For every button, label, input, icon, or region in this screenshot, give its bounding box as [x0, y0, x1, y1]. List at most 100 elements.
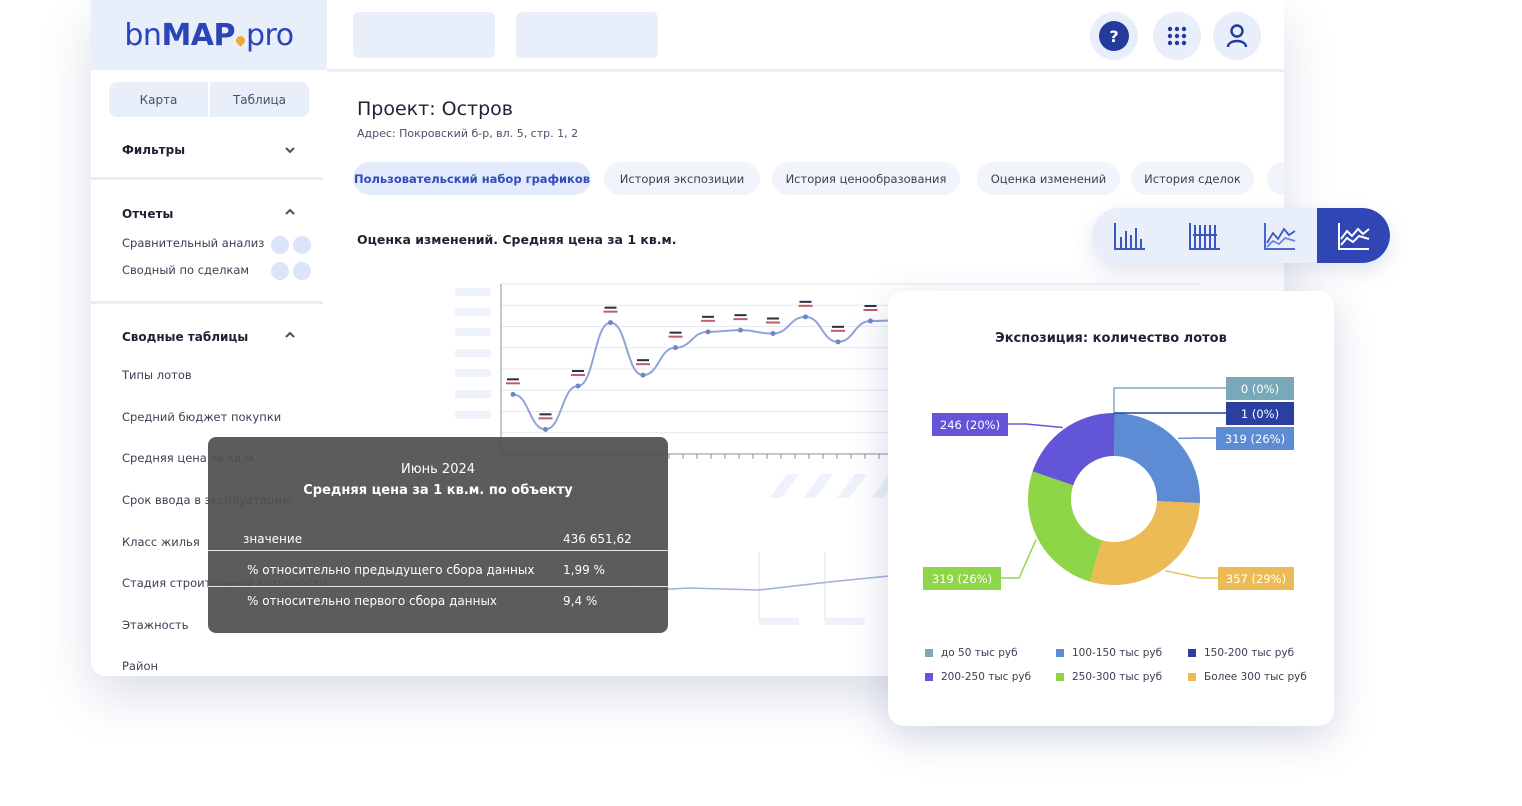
series-point[interactable]	[868, 318, 873, 324]
data-label: 319 (26%)	[932, 572, 992, 586]
pivot-item[interactable]: Средний бюджет покупки	[122, 410, 281, 424]
pivot-tables-header[interactable]: Сводные таблицы	[122, 330, 248, 344]
apps-button[interactable]	[1153, 12, 1201, 60]
tooltip-month: Июнь 2024	[400, 462, 476, 477]
tab-pricing-history[interactable]: История ценообразования	[772, 162, 960, 195]
logo[interactable]: bnMAP pro	[91, 0, 327, 70]
donut-slice[interactable]	[1114, 413, 1200, 504]
table-view-tab[interactable]: Таблица	[208, 82, 309, 117]
tooltip-row: % относительно предыдущего сбора данных …	[208, 555, 668, 585]
point-label-stub	[572, 370, 584, 372]
series-point[interactable]	[835, 339, 841, 345]
tooltip-row-value: 9,4 %	[563, 594, 598, 608]
tooltip-row-value: 1,99 %	[563, 563, 605, 577]
area-chart-icon	[1337, 222, 1370, 250]
donut-slice[interactable]	[1032, 413, 1114, 486]
pivot-item[interactable]: Типы лотов	[122, 368, 192, 382]
reports-header[interactable]: Отчеты	[122, 207, 173, 221]
pivot-item[interactable]: Район	[122, 659, 158, 673]
legend-item[interactable]: до 50 тыс руб	[925, 647, 1018, 659]
tab-change-assessment[interactable]: Оценка изменений	[977, 162, 1120, 195]
series-point[interactable]	[608, 320, 613, 326]
axis-label-placeholder	[759, 618, 799, 625]
bar-chart-type-button[interactable]	[1092, 208, 1167, 263]
axis-label-placeholder	[825, 618, 865, 625]
tooltip-row-label: значение	[243, 532, 303, 546]
donut-slice[interactable]	[1028, 471, 1102, 582]
report-action-icon[interactable]	[271, 262, 289, 280]
series-point[interactable]	[770, 331, 776, 336]
pivot-item[interactable]: Класс жилья	[122, 535, 200, 549]
tab-deals-history[interactable]: История сделок	[1131, 162, 1254, 195]
tab-more[interactable]	[1267, 162, 1284, 195]
axis-label-placeholder	[455, 288, 491, 296]
series-point[interactable]	[738, 327, 743, 333]
legend-item[interactable]: 100-150 тыс руб	[1056, 647, 1162, 659]
legend-swatch	[925, 673, 933, 681]
logo-text-part3: pro	[246, 17, 294, 53]
legend-item[interactable]: 150-200 тыс руб	[1188, 647, 1294, 659]
point-label-stub	[831, 329, 845, 332]
tab-exposition-history[interactable]: История экспозиции	[604, 162, 760, 195]
legend-label: 100-150 тыс руб	[1072, 647, 1163, 659]
series-point[interactable]	[673, 345, 678, 351]
report-item[interactable]: Сводный по сделкам	[122, 263, 249, 277]
report-action-icon[interactable]	[293, 262, 311, 280]
point-label-stub	[701, 319, 715, 322]
report-action-icon[interactable]	[293, 236, 311, 254]
series-point[interactable]	[803, 314, 808, 320]
area-chart-type-button[interactable]	[1317, 208, 1390, 263]
report-item[interactable]: Сравнительный анализ	[122, 236, 264, 250]
tooltip-divider	[208, 550, 668, 551]
axis-label-placeholder	[455, 390, 491, 398]
series-point[interactable]	[705, 329, 711, 335]
callout-line	[1001, 539, 1037, 579]
tooltip-row-value: 436 651,62	[563, 532, 632, 546]
chevron-up-icon[interactable]	[285, 330, 295, 340]
chevron-up-icon[interactable]	[285, 207, 295, 217]
axis-label-placeholder	[455, 328, 491, 336]
point-label-stub	[668, 335, 683, 338]
point-label-stub	[733, 318, 748, 321]
legend-item[interactable]: Более 300 тыс руб	[1188, 671, 1307, 683]
donut-chart: 0 (0%) 1 (0%) 319 (26%) 246 (20%) 319 (26%) 3…	[923, 377, 1294, 590]
series-point[interactable]	[543, 426, 548, 432]
callout-line	[1008, 423, 1063, 429]
chevron-down-icon[interactable]	[285, 145, 295, 155]
point-label-stub	[603, 310, 618, 313]
profile-button[interactable]	[1213, 12, 1261, 60]
map-view-tab[interactable]: Карта	[109, 82, 208, 117]
user-icon	[1226, 24, 1248, 48]
report-actions	[271, 262, 311, 280]
chart-title: Оценка изменений. Средняя цена за 1 кв.м…	[357, 232, 677, 247]
point-label-stub	[506, 382, 520, 385]
tooltip-title: Средняя цена за 1 кв.м. по объекту	[303, 483, 573, 498]
axis-label-placeholder	[455, 369, 491, 377]
hatch-mark	[837, 474, 867, 498]
bar-chart-icon	[1113, 222, 1145, 250]
point-label-stub	[538, 417, 553, 420]
data-label: 357 (29%)	[1226, 572, 1286, 586]
donut-slice[interactable]	[1089, 501, 1200, 585]
point-label-stub	[864, 305, 877, 307]
tooltip-row: % относительно первого сбора данных 9,4 …	[208, 586, 668, 616]
legend-item[interactable]: 200-250 тыс руб	[925, 671, 1031, 683]
tab-custom-charts[interactable]: Пользовательский набор графиков	[353, 162, 591, 195]
legend-swatch	[1056, 649, 1064, 657]
legend-swatch	[1188, 673, 1196, 681]
pivot-item[interactable]: Этажность	[122, 618, 189, 632]
series-point[interactable]	[640, 372, 646, 378]
series-point[interactable]	[575, 383, 581, 389]
report-action-icon[interactable]	[271, 236, 289, 254]
chart-type-switch	[1092, 208, 1390, 263]
view-toggle: Карта Таблица	[109, 82, 309, 117]
stacked-bar-chart-type-button[interactable]	[1167, 208, 1242, 263]
help-button[interactable]: ?	[1090, 12, 1138, 60]
chart-tooltip: Июнь 2024 Средняя цена за 1 кв.м. по объ…	[208, 437, 668, 633]
line-chart-icon	[1263, 222, 1295, 250]
series-point[interactable]	[510, 391, 516, 397]
filters-header[interactable]: Фильтры	[122, 143, 185, 157]
line-chart-type-button[interactable]	[1242, 208, 1317, 263]
point-label-stub	[702, 315, 714, 318]
legend-item[interactable]: 250-300 тыс руб	[1056, 671, 1162, 683]
